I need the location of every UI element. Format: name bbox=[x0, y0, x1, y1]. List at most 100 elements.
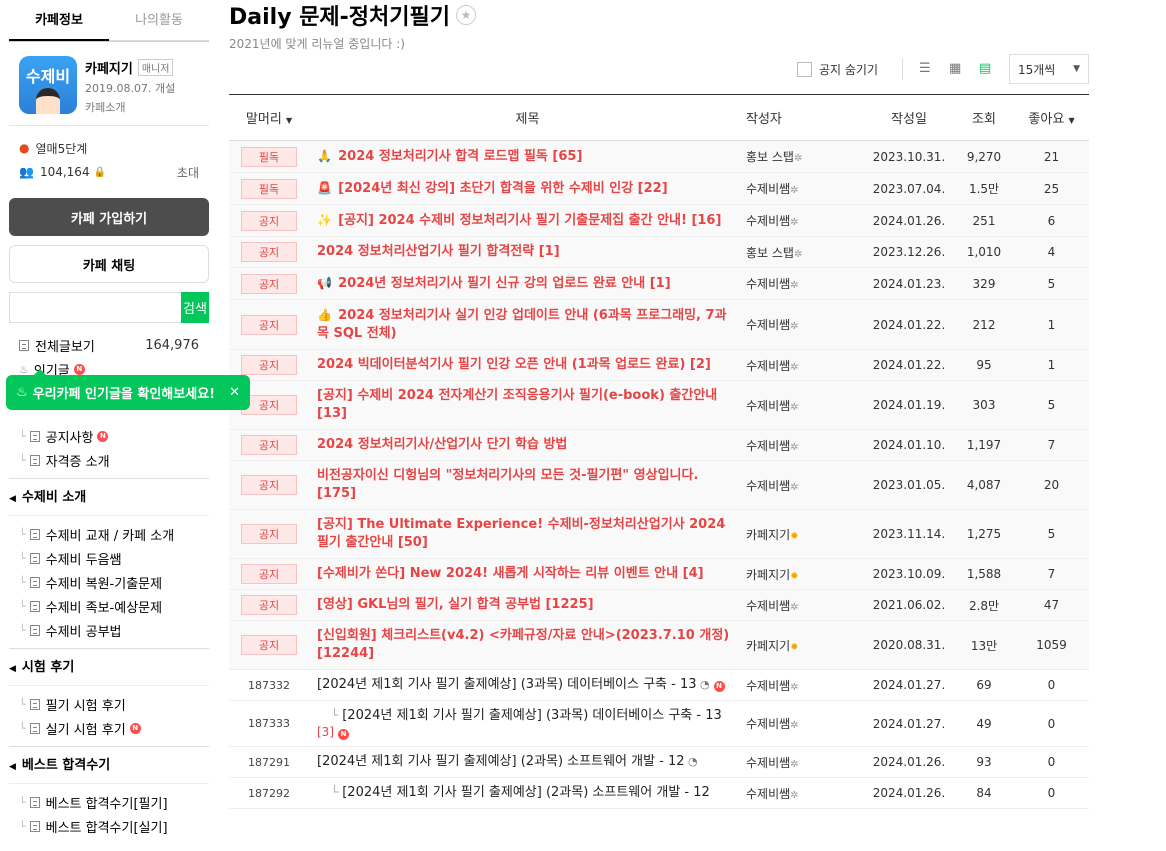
author-name[interactable]: 수제비쌤 bbox=[746, 318, 790, 332]
group-exam-review[interactable]: ◀ 시험 후기 bbox=[9, 648, 209, 686]
row-author-cell[interactable]: 수제비쌤✲ bbox=[746, 267, 864, 300]
join-cafe-button[interactable]: 카페 가입하기 bbox=[9, 198, 209, 236]
author-name[interactable]: 수제비쌤 bbox=[746, 214, 790, 228]
cafe-rank[interactable]: 열매5단계 bbox=[35, 140, 87, 157]
author-name[interactable]: 홍보 스탭 bbox=[746, 150, 794, 164]
menu-best-written[interactable]: └ 베스트 합격수기[필기] bbox=[9, 790, 209, 814]
comment-count[interactable]: [1225] bbox=[541, 597, 593, 612]
author-name[interactable]: 수제비쌤 bbox=[746, 277, 790, 291]
checkbox-box[interactable] bbox=[796, 61, 812, 77]
author-name[interactable]: 수제비쌤 bbox=[746, 599, 790, 613]
row-author-cell[interactable]: 수제비쌤✲ bbox=[746, 777, 864, 809]
row-author-cell[interactable]: 홍보 스탭✲ bbox=[746, 236, 864, 268]
menu-sujebi-book[interactable]: └ 수제비 교재 / 카페 소개 bbox=[9, 522, 209, 546]
row-author-cell[interactable]: 수제비쌤✲ bbox=[746, 589, 864, 621]
post-title-link[interactable]: 🚨 [2024년 최신 강의] 초단기 합격을 위한 수제비 인강 [22] bbox=[317, 181, 668, 196]
comment-count[interactable]: [2] bbox=[685, 357, 711, 372]
author-name[interactable]: 수제비쌤 bbox=[746, 787, 790, 801]
menu-sujebi-study[interactable]: └ 수제비 공부법 bbox=[9, 618, 209, 642]
cafe-chat-button[interactable]: 카페 채팅 bbox=[9, 245, 209, 283]
author-name[interactable]: 수제비쌤 bbox=[746, 182, 790, 196]
cafe-intro-link[interactable]: 카페소개 bbox=[85, 99, 175, 115]
post-title-link[interactable]: 2024 빅데이터분석기사 필기 인강 오픈 안내 (1과목 업로드 완료) [… bbox=[317, 357, 711, 372]
row-author-cell[interactable]: 카페지기✹ bbox=[746, 558, 864, 590]
row-author-cell[interactable]: 수제비쌤✲ bbox=[746, 700, 864, 747]
comment-count[interactable]: [1] bbox=[534, 244, 560, 259]
tab-my-activity[interactable]: 나의활동 bbox=[109, 0, 209, 41]
menu-notice[interactable]: └ 공지사항 N bbox=[9, 424, 209, 448]
author-name[interactable]: 수제비쌤 bbox=[746, 679, 790, 693]
menu-sujebi-past-exams[interactable]: └ 수제비 복원-기출문제 bbox=[9, 570, 209, 594]
post-title-link[interactable]: 🙏 2024 정보처리기사 합격 로드맵 필독 [65] bbox=[317, 149, 582, 164]
comment-count[interactable]: [13] bbox=[317, 406, 347, 421]
author-name[interactable]: 수제비쌤 bbox=[746, 756, 790, 770]
menu-certificate-intro[interactable]: └ 자격증 소개 bbox=[9, 448, 209, 472]
favorite-star-icon[interactable]: ★ bbox=[456, 5, 477, 25]
author-name[interactable]: 수제비쌤 bbox=[746, 359, 790, 373]
post-title-link[interactable]: [2024년 제1회 기사 필기 출제예상] (3과목) 데이터베이스 구축 -… bbox=[317, 677, 697, 692]
comment-count[interactable]: [175] bbox=[317, 486, 356, 501]
menu-best-practical[interactable]: └ 베스트 합격수기[실기] bbox=[9, 814, 209, 838]
post-title-link[interactable]: [영상] GKL님의 필기, 실기 합격 공부법 [1225] bbox=[317, 597, 594, 612]
post-title-link[interactable]: [공지] The Ultimate Experience! 수제비-정보처리산업… bbox=[317, 517, 725, 550]
hide-notice-checkbox[interactable]: 공지 숨기기 bbox=[796, 61, 878, 78]
row-author-cell[interactable]: 홍보 스탭✲ bbox=[746, 140, 864, 173]
comment-count[interactable]: [3] bbox=[317, 725, 334, 739]
menu-all-posts[interactable]: 전체글보기 164,976 bbox=[19, 333, 209, 357]
row-author-cell[interactable]: 수제비쌤✲ bbox=[746, 746, 864, 778]
menu-practical-review[interactable]: └ 실기 시험 후기 N bbox=[9, 716, 209, 740]
comment-count[interactable]: [22] bbox=[633, 181, 668, 196]
header-likes[interactable]: 좋아요 ▼ bbox=[1014, 95, 1089, 141]
post-title-link[interactable]: [신입회원] 체크리스트(v4.2) <카페규정/자료 안내>(2023.7.1… bbox=[317, 628, 729, 661]
grid-view-icon[interactable]: ▦ bbox=[949, 62, 963, 76]
post-title-link[interactable]: 📢 2024년 정보처리기사 필기 신규 강의 업로드 완료 안내 [1] bbox=[317, 276, 671, 291]
group-sujebi-intro[interactable]: ◀ 수제비 소개 bbox=[9, 478, 209, 516]
post-title-link[interactable]: ✨ [공지] 2024 수제비 정보처리기사 필기 기출문제집 출간 안내! [… bbox=[317, 213, 721, 228]
author-name[interactable]: 홍보 스탭 bbox=[746, 246, 794, 260]
post-title-link[interactable]: [수제비가 쏜다] New 2024! 새롭게 시작하는 리뷰 이벤트 안내 [… bbox=[317, 566, 704, 581]
row-author-cell[interactable]: 수제비쌤✲ bbox=[746, 172, 864, 205]
invite-link[interactable]: 초대 bbox=[177, 164, 199, 181]
menu-sujebi-mnemonic[interactable]: └ 수제비 두음쌤 bbox=[9, 546, 209, 570]
row-author-cell[interactable]: 수제비쌤✲ bbox=[746, 349, 864, 381]
post-title-link[interactable]: 비전공자이신 디헝님의 "정보처리기사의 모든 것-필기편" 영상입니다. [1… bbox=[317, 468, 698, 501]
cafe-search-button[interactable]: 검색 bbox=[181, 292, 209, 323]
author-name[interactable]: 수제비쌤 bbox=[746, 399, 790, 413]
comment-count[interactable]: [16] bbox=[687, 213, 721, 228]
per-page-select[interactable]: 15개씩 ▼ bbox=[1009, 54, 1089, 84]
header-head[interactable]: 말머리 ▼ bbox=[229, 95, 309, 141]
row-author-cell[interactable]: 수제비쌤✲ bbox=[746, 204, 864, 237]
card-view-icon[interactable]: ▤ bbox=[979, 62, 993, 76]
post-title-link[interactable]: [공지] 수제비 2024 전자계산기 조직응용기사 필기(e-book) 출간… bbox=[317, 388, 717, 421]
author-name[interactable]: 수제비쌤 bbox=[746, 439, 790, 453]
post-title-link[interactable]: [2024년 제1회 기사 필기 출제예상] (2과목) 소프트웨어 개발 - … bbox=[342, 785, 710, 800]
row-author-cell[interactable]: 카페지기✹ bbox=[746, 509, 864, 559]
row-author-cell[interactable]: 수제비쌤✲ bbox=[746, 669, 864, 701]
menu-sujebi-predicted[interactable]: └ 수제비 족보-예상문제 bbox=[9, 594, 209, 618]
menu-written-review[interactable]: └ 필기 시험 후기 bbox=[9, 692, 209, 716]
row-author-cell[interactable]: 수제비쌤✲ bbox=[746, 299, 864, 350]
cafe-logo[interactable]: 수제비 bbox=[19, 56, 77, 114]
post-title-link[interactable]: 2024 정보처리기사/산업기사 단기 학습 방법 bbox=[317, 437, 567, 452]
post-title-link[interactable]: [2024년 제1회 기사 필기 출제예상] (3과목) 데이터베이스 구축 -… bbox=[342, 708, 722, 723]
list-view-icon[interactable]: ☰ bbox=[919, 62, 933, 76]
author-name[interactable]: 수제비쌤 bbox=[746, 717, 790, 731]
post-title-link[interactable]: [2024년 제1회 기사 필기 출제예상] (2과목) 소프트웨어 개발 - … bbox=[317, 754, 685, 769]
row-author-cell[interactable]: 수제비쌤✲ bbox=[746, 429, 864, 461]
cafe-manager-name[interactable]: 카페지기 bbox=[85, 58, 133, 77]
row-author-cell[interactable]: 카페지기✹ bbox=[746, 620, 864, 670]
group-best-reviews[interactable]: ◀ 베스트 합격수기 bbox=[9, 746, 209, 784]
author-name[interactable]: 카페지기 bbox=[746, 639, 790, 653]
comment-count[interactable]: [4] bbox=[678, 566, 704, 581]
close-icon[interactable]: ✕ bbox=[229, 385, 240, 400]
row-author-cell[interactable]: 수제비쌤✲ bbox=[746, 380, 864, 430]
comment-count[interactable]: [12244] bbox=[317, 646, 374, 661]
post-title-link[interactable]: 👍 2024 정보처리기사 실기 인강 업데이트 안내 (6과목 프로그래밍, … bbox=[317, 308, 727, 341]
author-name[interactable]: 카페지기 bbox=[746, 568, 790, 582]
author-name[interactable]: 수제비쌤 bbox=[746, 479, 790, 493]
tab-cafe-info[interactable]: 카페정보 bbox=[9, 0, 109, 41]
comment-count[interactable]: [50] bbox=[393, 535, 428, 550]
comment-count[interactable]: [65] bbox=[548, 149, 582, 164]
cafe-search-input[interactable] bbox=[9, 292, 181, 323]
author-name[interactable]: 카페지기 bbox=[746, 528, 790, 542]
